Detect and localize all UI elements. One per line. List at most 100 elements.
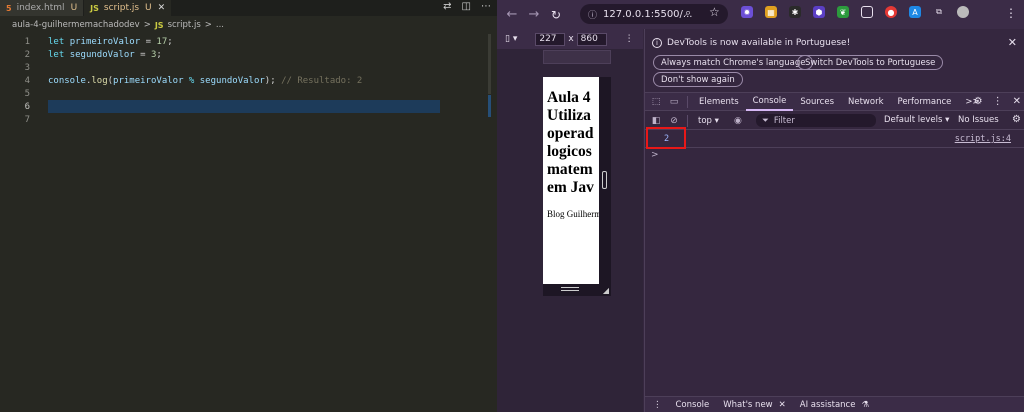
variable: segundoValor [69, 49, 135, 60]
breadcrumb-folder[interactable]: aula-4-guilhermemachadodev [12, 20, 140, 30]
tab-performance[interactable]: Performance [891, 93, 959, 111]
console-settings-gear-icon[interactable]: ⚙ [1012, 114, 1021, 125]
log-source-link[interactable]: script.js:4 [955, 134, 1011, 144]
kebab-menu-icon[interactable]: ⋮ [1005, 6, 1017, 20]
extension-spider-icon[interactable]: ✱ [789, 6, 801, 18]
device-icon[interactable] [861, 6, 873, 18]
issues-counter[interactable]: No Issues [958, 115, 999, 125]
resize-corner-icon[interactable]: ◢ [603, 286, 609, 295]
keyword: let [48, 36, 65, 47]
more-actions-icon[interactable]: ⋯ [481, 1, 491, 12]
extension-gear-icon[interactable]: ✹ [741, 6, 753, 18]
dont-show-again-button[interactable]: Don't show again [653, 72, 743, 87]
eye-icon[interactable]: ◉ [729, 116, 747, 126]
device-toggle-icon[interactable]: ▭ [665, 97, 683, 107]
code-line[interactable]: 2 let segundoValor = 3; [0, 48, 497, 61]
extension-leaf-icon[interactable]: ❦ [837, 6, 849, 18]
punctuation: ; [167, 36, 173, 47]
extension-pokeball-icon[interactable]: ● [885, 6, 897, 18]
bookmark-star-icon[interactable]: ☆ [709, 5, 720, 19]
page-heading-line: logicos [547, 143, 592, 160]
line-number: 6 [24, 101, 30, 112]
settings-gear-icon[interactable]: ⚙ [974, 96, 983, 107]
tab-console[interactable]: Console [745, 93, 794, 111]
drawer-menu-icon[interactable]: ⋮ [653, 400, 662, 410]
sidebar-toggle-icon[interactable]: ◧ [647, 116, 665, 126]
close-icon[interactable]: ✕ [1008, 36, 1017, 49]
object: console [48, 75, 86, 86]
divider [687, 114, 688, 127]
device-resize-bar[interactable]: ◢ [543, 284, 611, 296]
code-line[interactable]: 4 console.log(primeiroValor % segundoVal… [0, 74, 497, 87]
switch-to-portuguese-button[interactable]: Switch DevTools to Portuguese [797, 55, 944, 70]
forward-arrow-icon[interactable]: → [523, 7, 545, 22]
tab-index-html[interactable]: 5 index.html U [0, 0, 85, 16]
extension-hexagon-icon[interactable]: ⬢ [813, 6, 825, 18]
zoom-icon[interactable]: ⌕ [685, 6, 691, 20]
width-input[interactable]: 227 [535, 32, 566, 46]
profile-avatar[interactable] [957, 6, 969, 18]
devtools-actions: ⚙ ⋮ ✕ [974, 96, 1021, 107]
tab-network[interactable]: Network [841, 93, 891, 111]
clear-console-icon[interactable]: ⊘ [665, 116, 683, 126]
site-info-icon[interactable]: ⓘ [588, 8, 597, 21]
editor-tab-bar: 5 index.html U JS script.js U ✕ [0, 0, 497, 16]
punctuation: ); [264, 75, 276, 86]
address-bar[interactable]: ⓘ 127.0.0.1:5500/... [580, 4, 728, 24]
reload-icon[interactable]: ↻ [545, 8, 567, 22]
drawer-tab-whats-new[interactable]: What's new ✕ [723, 400, 786, 410]
always-match-language-button[interactable]: Always match Chrome's language [653, 55, 814, 70]
device-emulation-area: ▯ ▾ 227 x 860 ⋮ Aula 4 Utiliza operad lo… [497, 29, 643, 412]
puzzle-icon[interactable]: ⧉ [933, 6, 945, 18]
untracked-badge: U [145, 3, 152, 13]
line-number: 7 [24, 114, 30, 125]
drawer-tab-ai-assistance[interactable]: AI assistance ⚗ [800, 400, 869, 410]
tab-label: script.js [103, 3, 140, 13]
inspect-element-icon[interactable]: ⬚ [647, 97, 665, 107]
code-line[interactable]: 7 [0, 113, 497, 126]
operator: % [188, 75, 195, 86]
media-query-ruler[interactable] [543, 50, 611, 64]
drawer-tab-console[interactable]: Console [676, 400, 710, 410]
extension-colorpicker-icon[interactable]: ▦ [765, 6, 777, 18]
device-options-icon[interactable]: ⋮ [625, 34, 634, 44]
log-levels-dropdown[interactable]: Default levels ▾ [884, 115, 949, 125]
context-selector[interactable]: top ▾ [698, 116, 719, 126]
close-devtools-icon[interactable]: ✕ [1013, 96, 1021, 107]
line-number: 4 [24, 75, 30, 86]
code-line[interactable]: 1 let primeiroValor = 17; [0, 35, 497, 48]
close-icon[interactable]: ✕ [779, 400, 786, 410]
code-line-current[interactable]: 6 [0, 100, 497, 113]
variable: primeiroValor [69, 36, 141, 47]
tab-sources[interactable]: Sources [793, 93, 841, 111]
close-tab-icon[interactable]: ✕ [158, 3, 166, 13]
back-arrow-icon[interactable]: ← [501, 7, 523, 22]
punctuation: ; [156, 49, 162, 60]
dimensions-dropdown-icon[interactable]: ▯ ▾ [505, 34, 517, 44]
height-input[interactable]: 860 [576, 32, 607, 46]
resize-handle[interactable] [561, 287, 579, 291]
times-label: x [568, 34, 574, 44]
breadcrumb-symbol[interactable]: ... [216, 20, 224, 30]
tab-elements[interactable]: Elements [692, 93, 746, 111]
extension-a-icon[interactable]: A [909, 6, 921, 18]
code-line[interactable]: 5 [0, 87, 497, 100]
browser-toolbar: ← → ↻ ⓘ 127.0.0.1:5500/... ⌕ ☆ ✹ ▦ ✱ ⬢ ❦… [497, 0, 1024, 29]
console-prompt[interactable]: > [651, 150, 659, 160]
device-scrollbar[interactable] [599, 77, 611, 284]
split-editor-icon[interactable]: ◫ [462, 1, 471, 12]
scrollbar-thumb[interactable] [602, 171, 607, 189]
number: 17 [156, 36, 168, 47]
editor-scrollbar[interactable] [488, 34, 491, 94]
chrome-window: ← → ↻ ⓘ 127.0.0.1:5500/... ⌕ ☆ ✹ ▦ ✱ ⬢ ❦… [497, 0, 1024, 412]
compare-changes-icon[interactable]: ⇄ [443, 1, 451, 12]
code-line[interactable]: 3 [0, 61, 497, 74]
rendered-page[interactable]: Aula 4 Utiliza operad logicos matem em J… [543, 77, 599, 284]
chevron-right-icon: > [204, 20, 212, 30]
breadcrumb-file[interactable]: script.js [168, 20, 201, 30]
filter-input[interactable]: ⏷ Filter [756, 114, 876, 127]
line-number: 2 [24, 49, 30, 60]
devtools-menu-icon[interactable]: ⋮ [993, 96, 1003, 107]
code-editor[interactable]: 1 let primeiroValor = 17; 2 let segundoV… [0, 34, 497, 412]
tab-script-js[interactable]: JS script.js U ✕ [84, 0, 173, 16]
